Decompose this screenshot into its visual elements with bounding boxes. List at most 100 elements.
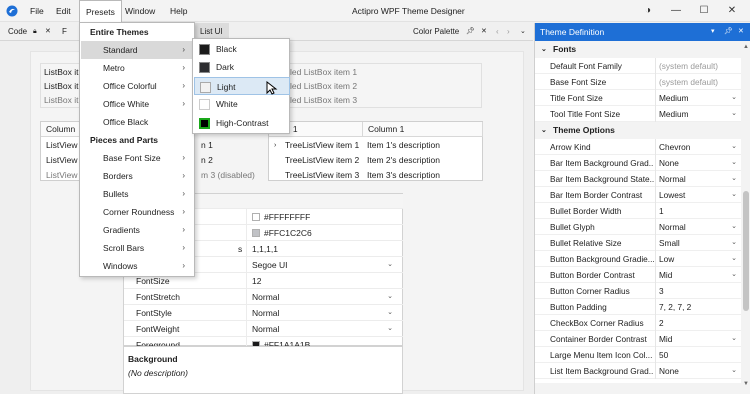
tree-row-name[interactable]: TreeListView item 2	[285, 153, 359, 168]
menu-item-windows[interactable]: Windows ›	[81, 257, 193, 275]
chevron-down-icon[interactable]: ⌄	[387, 257, 393, 273]
property-value[interactable]: Small	[659, 235, 680, 251]
property-row[interactable]: FontWeight Normal ⌄	[124, 321, 403, 337]
table-row[interactable]: ListView	[46, 153, 78, 168]
panel-menu-icon[interactable]: ▾	[711, 23, 715, 41]
property-value[interactable]: 7, 2, 7, 2	[659, 299, 691, 315]
theme-toggle-icon[interactable]: ◑	[634, 0, 662, 22]
property-row[interactable]: Bar Item Background Grad... None ⌄	[535, 155, 741, 171]
close-button[interactable]: ✕	[718, 0, 746, 22]
property-value[interactable]: (system default)	[659, 58, 718, 74]
chevron-down-icon[interactable]: ⌄	[731, 106, 737, 122]
tab-code[interactable]: Code	[8, 23, 27, 41]
chevron-down-icon[interactable]: ⌄	[731, 251, 737, 267]
menu-item-standard[interactable]: Standard ›	[81, 41, 193, 59]
property-row[interactable]: Default Font Family (system default)	[535, 58, 741, 74]
menu-item-office-black[interactable]: Office Black	[81, 113, 193, 131]
scrollbar-thumb[interactable]	[743, 191, 749, 311]
list-item[interactable]: led ListBox item 2	[290, 79, 357, 94]
property-value[interactable]: Normal	[252, 321, 279, 337]
property-value[interactable]: None	[659, 155, 679, 171]
chevron-down-icon[interactable]: ⌄	[731, 331, 737, 347]
property-value[interactable]: Segoe UI	[252, 257, 287, 273]
property-value[interactable]: Low	[659, 251, 674, 267]
close-icon[interactable]: ✕	[738, 23, 744, 41]
property-row[interactable]: Bullet Relative Size Small ⌄	[535, 235, 741, 251]
table-row[interactable]: n 1	[201, 138, 213, 153]
property-value[interactable]: #FFC1C2C6	[264, 228, 312, 238]
property-row[interactable]: Container Border Contrast Mid ⌄	[535, 331, 741, 347]
list-item[interactable]: ListBox it	[44, 93, 79, 108]
property-value[interactable]: 12	[252, 273, 261, 289]
table-row[interactable]: m 3 (disabled)	[201, 168, 255, 183]
property-value[interactable]: Normal	[659, 219, 686, 235]
property-row[interactable]: List Item Background Grad... None ⌄	[535, 363, 741, 379]
menu-edit[interactable]: Edit	[50, 0, 77, 22]
property-row[interactable]: Large Menu Item Icon Col... 50	[535, 347, 741, 363]
section-header-fonts[interactable]: ⌄ Fonts	[535, 41, 741, 58]
treelist-column-header[interactable]: Column 1	[363, 122, 483, 137]
pin-icon[interactable]: 📌︎	[466, 23, 475, 41]
chevron-down-icon[interactable]: ⌄	[731, 219, 737, 235]
tab-f[interactable]: F	[62, 23, 67, 41]
table-row[interactable]: ListView	[46, 168, 78, 183]
section-header-theme-options[interactable]: ⌄ Theme Options	[535, 122, 741, 139]
chevron-down-icon[interactable]: ⌄	[731, 235, 737, 251]
property-value[interactable]: Chevron	[659, 139, 690, 155]
menu-file[interactable]: File	[24, 0, 50, 22]
property-value[interactable]: Mid	[659, 331, 672, 347]
property-row[interactable]: Arrow Kind Chevron ⌄	[535, 139, 741, 155]
property-value[interactable]: #FFFFFFFF	[264, 212, 310, 222]
menu-item-scroll-bars[interactable]: Scroll Bars ›	[81, 239, 193, 257]
list-item[interactable]: ListBox it	[44, 65, 79, 80]
property-value[interactable]: 3	[659, 283, 664, 299]
property-row[interactable]: CheckBox Corner Radius 2	[535, 315, 741, 331]
property-value[interactable]: Medium	[659, 106, 689, 122]
tree-row-name[interactable]: TreeListView item 1	[285, 138, 359, 153]
tab-color-palette[interactable]: Color Palette	[413, 23, 459, 41]
submenu-item-black[interactable]: Black	[194, 40, 290, 58]
menu-item-office-white[interactable]: Office White ›	[81, 95, 193, 113]
chevron-down-icon[interactable]: ⌄	[731, 155, 737, 171]
chevron-down-icon[interactable]: ⌄	[387, 321, 393, 337]
property-value[interactable]: None	[659, 363, 679, 379]
chevron-down-icon[interactable]: ⌄	[731, 90, 737, 106]
property-row[interactable]: Tool Title Font Size Medium ⌄	[535, 106, 741, 122]
scroll-down-icon[interactable]: ▼	[743, 381, 749, 387]
tab-list-chevron-icon[interactable]: ⌄	[520, 23, 526, 41]
submenu-item-white[interactable]: White	[194, 95, 290, 113]
property-value[interactable]: 2	[659, 315, 664, 331]
submenu-item-high-contrast[interactable]: High-Contrast	[194, 114, 290, 132]
expand-chevron-icon[interactable]: ›	[274, 138, 276, 153]
property-row[interactable]: Bullet Glyph Normal ⌄	[535, 219, 741, 235]
property-value[interactable]: Normal	[252, 305, 279, 321]
chevron-down-icon[interactable]: ⌄	[731, 171, 737, 187]
submenu-item-dark[interactable]: Dark	[194, 58, 290, 76]
property-value[interactable]: Normal	[252, 289, 279, 305]
menu-item-gradients[interactable]: Gradients ›	[81, 221, 193, 239]
property-value[interactable]: 1	[659, 203, 664, 219]
property-value[interactable]: (system default)	[659, 74, 718, 90]
property-row[interactable]: FontStretch Normal ⌄	[124, 289, 403, 305]
menu-item-corner-roundness[interactable]: Corner Roundness ›	[81, 203, 193, 221]
list-item[interactable]: led ListBox item 3	[290, 93, 357, 108]
chevron-down-icon[interactable]: ⌄	[731, 139, 737, 155]
panel-scrollbar[interactable]: ▲ ▼	[741, 41, 750, 394]
property-row[interactable]: Button Background Gradie... Low ⌄	[535, 251, 741, 267]
scroll-up-icon[interactable]: ▲	[743, 44, 749, 50]
minimize-button[interactable]: —	[662, 0, 690, 22]
menu-item-metro[interactable]: Metro ›	[81, 59, 193, 77]
property-row[interactable]: FontStyle Normal ⌄	[124, 305, 403, 321]
scroll-left-icon[interactable]: ‹	[496, 23, 499, 41]
property-value[interactable]: Normal	[659, 171, 686, 187]
menu-window[interactable]: Window	[119, 0, 161, 22]
menu-item-office-colorful[interactable]: Office Colorful ›	[81, 77, 193, 95]
property-row[interactable]: Bullet Border Width 1	[535, 203, 741, 219]
property-row[interactable]: Title Font Size Medium ⌄	[535, 90, 741, 106]
menu-item-base-font-size[interactable]: Base Font Size ›	[81, 149, 193, 167]
close-palette-icon[interactable]: ✕	[481, 23, 487, 41]
property-row[interactable]: Button Corner Radius 3	[535, 283, 741, 299]
property-row[interactable]: Bar Item Background State... Normal ⌄	[535, 171, 741, 187]
chevron-down-icon[interactable]: ⌄	[731, 363, 737, 379]
lock-icon[interactable]: 🔒︎	[33, 23, 37, 41]
